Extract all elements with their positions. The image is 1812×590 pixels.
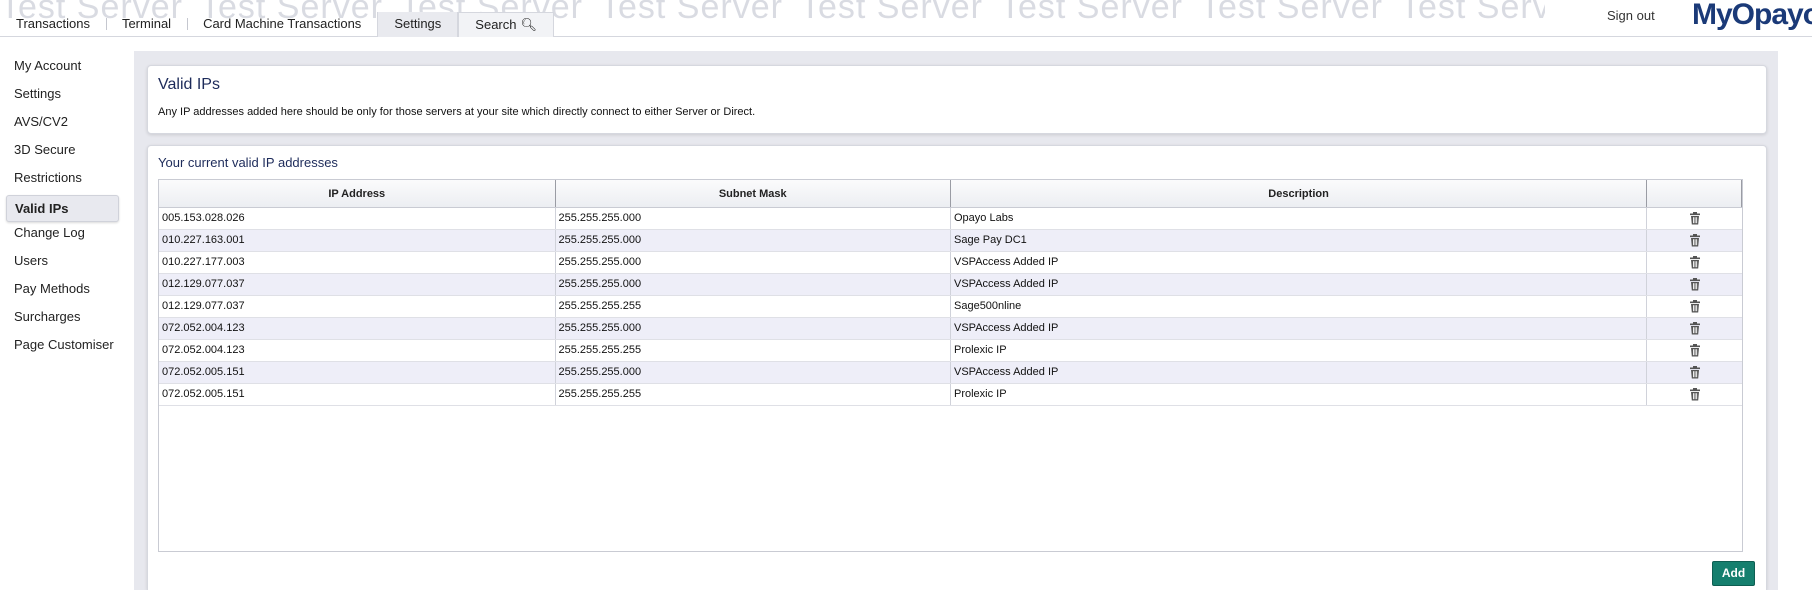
- table-row[interactable]: 072.052.005.151 255.255.255.255 Prolexic I…: [159, 384, 1742, 406]
- trash-icon[interactable]: [1689, 387, 1701, 401]
- ip-list-title: Your current valid IP addresses: [158, 155, 338, 170]
- trash-icon[interactable]: [1689, 211, 1701, 225]
- sidebar-item-change-log[interactable]: Change Log: [0, 222, 124, 250]
- page-title: Valid IPs: [158, 76, 220, 93]
- table-row[interactable]: 072.052.005.151 255.255.255.000 VSPAccess …: [159, 362, 1742, 384]
- sidebar-item-restrictions[interactable]: Restrictions: [0, 167, 124, 195]
- cell-description: Sage500nline: [951, 296, 1648, 317]
- column-header-description[interactable]: Description: [951, 180, 1648, 207]
- search-icon: 🔍︎: [520, 17, 538, 32]
- cell-subnet-mask: 255.255.255.000: [556, 362, 951, 383]
- ip-table: IP Address Subnet Mask Description 005.1…: [158, 179, 1743, 552]
- table-body: 005.153.028.026 255.255.255.000 Opayo Labs…: [159, 208, 1742, 406]
- tab-label: Search: [475, 17, 517, 32]
- cell-ip-address: 072.052.005.151: [159, 362, 556, 383]
- sidebar-item-valid-ips[interactable]: Valid IPs: [6, 195, 119, 222]
- logo: MyOpayo: [1692, 0, 1812, 31]
- sidebar-item-settings[interactable]: Settings: [0, 83, 124, 111]
- cell-subnet-mask: 255.255.255.255: [556, 384, 951, 405]
- sidebar-item-users[interactable]: Users: [0, 250, 124, 278]
- table-row[interactable]: 072.052.004.123 255.255.255.000 VSPAccess …: [159, 318, 1742, 340]
- tab-search[interactable]: Search 🔍︎: [458, 12, 555, 37]
- column-header-subnet-mask[interactable]: Subnet Mask: [556, 180, 951, 207]
- cell-subnet-mask: 255.255.255.000: [556, 318, 951, 339]
- tab-label: Transactions: [16, 16, 90, 31]
- cell-ip-address: 012.129.077.037: [159, 296, 556, 317]
- cell-actions: [1647, 274, 1742, 295]
- column-header-actions: [1647, 180, 1742, 207]
- table-row[interactable]: 012.129.077.037 255.255.255.000 VSPAccess …: [159, 274, 1742, 296]
- page-description: Any IP addresses added here should be on…: [158, 106, 756, 118]
- cell-actions: [1647, 318, 1742, 339]
- table-row[interactable]: 010.227.163.001 255.255.255.000 Sage Pay D…: [159, 230, 1742, 252]
- cell-description: Opayo Labs: [951, 208, 1648, 229]
- trash-icon[interactable]: [1689, 277, 1701, 291]
- cell-ip-address: 005.153.028.026: [159, 208, 556, 229]
- tab-settings[interactable]: Settings: [377, 12, 459, 37]
- cell-description: Sage Pay DC1: [951, 230, 1648, 251]
- cell-description: VSPAccess Added IP: [951, 252, 1648, 273]
- cell-actions: [1647, 230, 1742, 251]
- cell-subnet-mask: 255.255.255.000: [556, 274, 951, 295]
- trash-icon[interactable]: [1689, 343, 1701, 357]
- sign-out-link[interactable]: Sign out: [1607, 8, 1655, 23]
- cell-actions: [1647, 340, 1742, 361]
- cell-actions: [1647, 384, 1742, 405]
- intro-panel: Valid IPs Any IP addresses added here sh…: [147, 65, 1767, 134]
- add-button[interactable]: Add: [1712, 561, 1755, 586]
- sidebar-item-avs-cv2[interactable]: AVS/CV2: [0, 111, 124, 139]
- table-header: IP Address Subnet Mask Description: [159, 180, 1742, 208]
- cell-ip-address: 012.129.077.037: [159, 274, 556, 295]
- tab-card-machine-transactions[interactable]: Card Machine Transactions: [187, 12, 377, 37]
- tab-terminal[interactable]: Terminal: [105, 12, 187, 37]
- trash-icon[interactable]: [1689, 233, 1701, 247]
- cell-ip-address: 010.227.163.001: [159, 230, 556, 251]
- cell-actions: [1647, 296, 1742, 317]
- sidebar-item-page-customiser[interactable]: Page Customiser: [0, 334, 124, 362]
- cell-subnet-mask: 255.255.255.255: [556, 340, 951, 361]
- tab-label: Settings: [394, 16, 442, 31]
- table-row[interactable]: 072.052.004.123 255.255.255.255 Prolexic I…: [159, 340, 1742, 362]
- cell-description: VSPAccess Added IP: [951, 274, 1648, 295]
- ip-list-panel: Your current valid IP addresses IP Addre…: [147, 145, 1767, 590]
- cell-subnet-mask: 255.255.255.000: [556, 230, 951, 251]
- sidebar-item-pay-methods[interactable]: Pay Methods: [0, 278, 124, 306]
- table-row[interactable]: 012.129.077.037 255.255.255.255 Sage500nli…: [159, 296, 1742, 318]
- cell-subnet-mask: 255.255.255.255: [556, 296, 951, 317]
- cell-subnet-mask: 255.255.255.000: [556, 252, 951, 273]
- cell-description: Prolexic IP: [951, 340, 1648, 361]
- trash-icon[interactable]: [1689, 321, 1701, 335]
- sidebar: My Account Settings AVS/CV2 3D Secure Re…: [0, 55, 124, 362]
- cell-ip-address: 010.227.177.003: [159, 252, 556, 273]
- cell-actions: [1647, 252, 1742, 273]
- top-bar: Test Server Test Server Test Server Test Se…: [0, 0, 1812, 37]
- tab-label: Terminal: [121, 16, 172, 31]
- cell-ip-address: 072.052.005.151: [159, 384, 556, 405]
- trash-icon[interactable]: [1689, 299, 1701, 313]
- cell-ip-address: 072.052.004.123: [159, 318, 556, 339]
- cell-actions: [1647, 362, 1742, 383]
- cell-description: VSPAccess Added IP: [951, 362, 1648, 383]
- table-row[interactable]: 010.227.177.003 255.255.255.000 VSPAccess …: [159, 252, 1742, 274]
- sidebar-item-my-account[interactable]: My Account: [0, 55, 124, 83]
- sidebar-item-surcharges[interactable]: Surcharges: [0, 306, 124, 334]
- tab-transactions[interactable]: Transactions: [0, 12, 106, 37]
- cell-actions: [1647, 208, 1742, 229]
- cell-ip-address: 072.052.004.123: [159, 340, 556, 361]
- cell-subnet-mask: 255.255.255.000: [556, 208, 951, 229]
- sidebar-item-3d-secure[interactable]: 3D Secure: [0, 139, 124, 167]
- trash-icon[interactable]: [1689, 255, 1701, 269]
- main-tabs: Transactions Terminal Card Machine Trans…: [0, 12, 555, 37]
- table-row[interactable]: 005.153.028.026 255.255.255.000 Opayo Labs: [159, 208, 1742, 230]
- cell-description: Prolexic IP: [951, 384, 1648, 405]
- column-header-ip-address[interactable]: IP Address: [159, 180, 556, 207]
- trash-icon[interactable]: [1689, 365, 1701, 379]
- cell-description: VSPAccess Added IP: [951, 318, 1648, 339]
- tab-label: Card Machine Transactions: [203, 16, 362, 31]
